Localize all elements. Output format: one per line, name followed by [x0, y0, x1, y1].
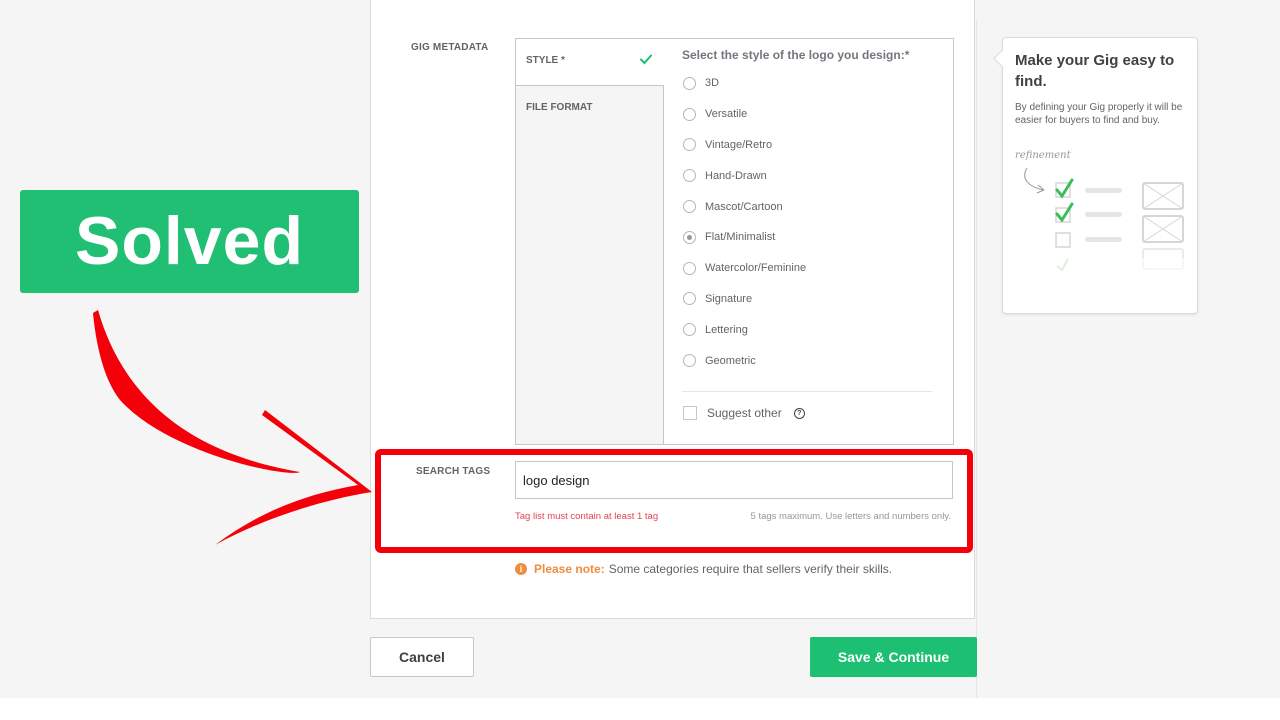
radio-checked-icon[interactable]: [683, 230, 696, 244]
style-option-label: Hand-Drawn: [705, 169, 767, 182]
style-option-label: Versatile: [705, 108, 748, 121]
radio-unchecked-icon[interactable]: [683, 292, 696, 306]
style-option[interactable]: Versatile: [682, 99, 937, 130]
highlight-box: [375, 449, 973, 553]
style-radio-group: 3D Versatile Vintage/Retro Hand-Drawn Mascot…: [682, 68, 937, 376]
refinement-illustration: refinement: [1013, 148, 1193, 278]
style-option[interactable]: Lettering: [682, 314, 937, 345]
style-option-label: Flat/Minimalist: [705, 231, 776, 244]
gig-metadata-label: GIG METADATA: [411, 42, 489, 53]
style-option[interactable]: Vintage/Retro: [682, 130, 937, 161]
suggest-other-checkbox[interactable]: [683, 406, 697, 420]
red-arrow-icon: [93, 310, 372, 545]
radio-unchecked-icon[interactable]: [683, 354, 696, 368]
checked-box-icon: [1055, 178, 1074, 199]
style-option-label: Lettering: [705, 323, 748, 336]
cancel-button[interactable]: Cancel: [370, 637, 474, 677]
style-option-label: Watercolor/Feminine: [705, 262, 807, 275]
tab-style-label: STYLE *: [526, 55, 565, 66]
tab-file-format[interactable]: FILE FORMAT: [516, 86, 663, 133]
metadata-tabs: STYLE * FILE FORMAT: [516, 39, 664, 444]
style-option[interactable]: Mascot/Cartoon: [682, 191, 937, 222]
radio-unchecked-icon[interactable]: [683, 107, 696, 121]
refinement-label: refinement: [1015, 150, 1071, 161]
radio-unchecked-icon[interactable]: [683, 138, 696, 152]
style-option[interactable]: Flat/Minimalist: [682, 222, 937, 253]
radio-unchecked-icon[interactable]: [683, 261, 696, 275]
options-divider: [682, 391, 932, 392]
style-option-label: 3D: [705, 77, 720, 90]
radio-unchecked-icon[interactable]: [683, 169, 696, 183]
check-icon: [640, 54, 652, 65]
note-heading: Please note:: [534, 562, 605, 576]
radio-unchecked-icon[interactable]: [683, 200, 696, 214]
style-option[interactable]: 3D: [682, 68, 937, 99]
suggest-other-label: Suggest other: [707, 406, 782, 420]
radio-unchecked-icon[interactable]: [683, 76, 696, 90]
style-option[interactable]: Watercolor/Feminine: [682, 253, 937, 284]
style-option-label: Signature: [705, 292, 753, 305]
info-icon: i: [515, 563, 527, 575]
help-title: Make your Gig easy to find.: [1015, 52, 1175, 90]
style-option-label: Mascot/Cartoon: [705, 200, 783, 213]
help-text: By defining your Gig properly it will be…: [1015, 102, 1183, 126]
note-text: Some categories require that sellers ver…: [608, 562, 893, 576]
help-circle-icon[interactable]: ?: [793, 407, 805, 419]
checked-box-icon: [1055, 202, 1074, 223]
style-option[interactable]: Hand-Drawn: [682, 160, 937, 191]
style-options: Select the style of the logo you design:…: [682, 48, 937, 376]
help-card: Make your Gig easy to find. By defining …: [1002, 37, 1198, 314]
image-placeholder-icon: [1142, 182, 1184, 270]
save-continue-button[interactable]: Save & Continue: [810, 637, 977, 677]
style-option-label: Geometric: [705, 354, 756, 367]
please-note: i Please note: Some categories require t…: [515, 562, 892, 576]
tab-file-format-label: FILE FORMAT: [526, 102, 593, 113]
gig-metadata-panel: STYLE * FILE FORMAT Select the style of …: [515, 38, 954, 445]
style-options-title: Select the style of the logo you design:…: [682, 48, 910, 62]
tab-style[interactable]: STYLE *: [516, 39, 664, 86]
style-option[interactable]: Signature: [682, 284, 937, 315]
radio-unchecked-icon[interactable]: [683, 323, 696, 337]
checklist-illustration: [1024, 167, 1193, 278]
style-option[interactable]: Geometric: [682, 345, 937, 376]
suggest-other-row: Suggest other ?: [683, 406, 805, 420]
unchecked-box-icon: [1055, 232, 1071, 248]
style-option-label: Vintage/Retro: [705, 138, 773, 151]
